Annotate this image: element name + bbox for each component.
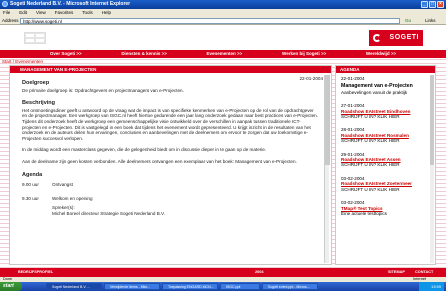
system-tray-clock: 13:59 xyxy=(418,282,444,291)
menu-tools[interactable]: Tools xyxy=(82,9,93,17)
side-top-date: 22-01-2004 xyxy=(341,76,365,81)
address-input[interactable]: http://www.sogeti.nl xyxy=(20,18,400,24)
window-title: Sogeti Nederland B.V. - Microsoft Intern… xyxy=(10,1,131,7)
menu-bar: File Edit View Favorites Tools Help xyxy=(0,9,446,17)
window-titlebar: Sogeti Nederland B.V. - Microsoft Intern… xyxy=(0,0,446,9)
menu-edit[interactable]: Edit xyxy=(19,9,27,17)
agenda-time: 9.00 uur xyxy=(22,182,39,188)
start-button[interactable]: start xyxy=(0,282,22,291)
list-item: 27-01-2004 Roadshow EAIstreet Eindhoven … xyxy=(341,103,430,119)
sogeti-logo[interactable]: SOGETI xyxy=(369,30,423,46)
agenda-row: 9.00 uur Ontvangst xyxy=(22,182,319,188)
menu-help[interactable]: Help xyxy=(102,9,111,17)
agenda-item: Ontvangst xyxy=(52,182,73,188)
menu-favorites[interactable]: Favorites xyxy=(55,9,74,17)
sogeti-swirl-icon xyxy=(373,34,381,42)
close-button[interactable]: × xyxy=(437,1,444,8)
breadcrumb[interactable]: Start / Evenementen xyxy=(2,59,43,64)
kosten-text: Aan de deelname zijn geen kosten verbond… xyxy=(22,158,297,164)
event-action[interactable]: SCHRIJFT U IN? KLIK HIER xyxy=(341,187,430,192)
event-detail-panel: MANAGEMENT VAN E-PROJECTEN 22-01-2004 Do… xyxy=(9,65,332,265)
side-top-sub: Aanbevelingen vanuit de praktijk xyxy=(341,89,408,95)
address-bar: Address http://www.sogeti.nl Go Links xyxy=(0,17,446,25)
footer-sitemap[interactable]: SITEMAP xyxy=(388,268,405,277)
menu-view[interactable]: View xyxy=(36,9,46,17)
panel-header: MANAGEMENT VAN E-PROJECTEN xyxy=(10,66,331,73)
site-footer: BEDRIJFSPROFIEL 2004 SITEMAP CONTACT xyxy=(0,268,446,277)
event-date: 22-01-2004 xyxy=(299,76,324,81)
taskbar-item[interactable]: Verwijderde items - Micr... xyxy=(104,283,160,290)
doelgroep-title: Doelgroep xyxy=(22,80,50,86)
minimize-button[interactable]: _ xyxy=(421,1,428,8)
agenda-sidebar: AGENDA 22-01-2004 Management van e-Proje… xyxy=(335,65,436,265)
list-item: 03-02-2004 TMap® Test Topics Eine actuel… xyxy=(341,200,430,216)
agenda-title: Agenda xyxy=(22,171,43,178)
agenda-row: 9.30 uur Welkom en opening xyxy=(22,196,319,202)
taskbar-item[interactable]: ISGC.ppt xyxy=(220,283,260,290)
doelgroep-text: De primaire doelgroep is: Opdrachtgevers… xyxy=(22,87,184,93)
footer-bedrijfsprofiel[interactable]: BEDRIJFSPROFIEL xyxy=(18,268,53,277)
status-text: Done xyxy=(3,277,13,281)
footer-year: 2004 xyxy=(255,270,264,274)
nav-evenementen[interactable]: Evenementen >> xyxy=(207,50,243,58)
list-item: 29-01-2004 Roadshow EAIstreet Assen SCHR… xyxy=(341,152,430,168)
event-action[interactable]: SCHRIJFT U IN? KLIK HIER xyxy=(341,162,430,167)
taskbar: start Sogeti Nederland B.V. ... Verwijde… xyxy=(0,282,446,291)
list-item: 03-02-2004 Roadshow EAIstreet Zoetermeer… xyxy=(341,176,430,192)
event-action[interactable]: SCHRIJFT U IN? KLIK HIER xyxy=(341,138,430,143)
main-scrollbar[interactable] xyxy=(324,75,330,263)
agenda-time: 9.30 uur xyxy=(22,195,39,201)
spreker-name: Michel Boreel directeur Strategie Sogeti… xyxy=(52,210,165,216)
nav-over-sogeti[interactable]: Over Sogeti >> xyxy=(50,50,82,58)
side-scrollbar[interactable] xyxy=(430,75,434,263)
side-header: AGENDA xyxy=(336,66,435,73)
menu-file[interactable]: File xyxy=(3,9,10,17)
taskbar-item[interactable]: Sogeti event.ppt - Micros... xyxy=(262,283,318,290)
nav-wereldwijd[interactable]: Wereldwijd >> xyxy=(366,50,396,58)
grid-logo-icon xyxy=(24,32,46,44)
agenda-item: Welkom en opening xyxy=(52,195,93,201)
quick-launch[interactable] xyxy=(24,283,44,290)
internet-explorer-icon xyxy=(2,1,8,7)
footer-contact[interactable]: CONTACT xyxy=(415,268,433,277)
nav-diensten[interactable]: Diensten & kennis >> xyxy=(121,50,167,58)
links-button[interactable]: Links xyxy=(425,17,436,25)
taskbar-item[interactable]: Sogeti Nederland B.V. ... xyxy=(46,283,102,290)
event-action[interactable]: SCHRIJFT U IN? KLIK HIER xyxy=(341,114,430,119)
maximize-button[interactable]: □ xyxy=(429,1,436,8)
taskbar-item[interactable]: Toepassing ENGARD MCN... xyxy=(162,283,218,290)
nav-werken[interactable]: Werken bij Sogeti >> xyxy=(282,50,326,58)
main-nav: Over Sogeti >> Diensten & kennis >> Even… xyxy=(0,50,446,58)
beschrijving-title: Beschrijving xyxy=(22,100,56,107)
event-action: Eine actuele testtopics xyxy=(341,210,387,216)
address-label: Address xyxy=(2,18,19,23)
logo-text: SOGETI xyxy=(389,34,419,41)
site-header: SOGETI xyxy=(0,26,446,50)
list-item: 28-01-2004 Roadshow EAIstreet Rosmalen S… xyxy=(341,127,430,143)
go-button[interactable]: Go xyxy=(405,17,411,25)
beschrijving-text: Het ontmoetingsdiner geeft u antwoord op… xyxy=(22,107,318,141)
